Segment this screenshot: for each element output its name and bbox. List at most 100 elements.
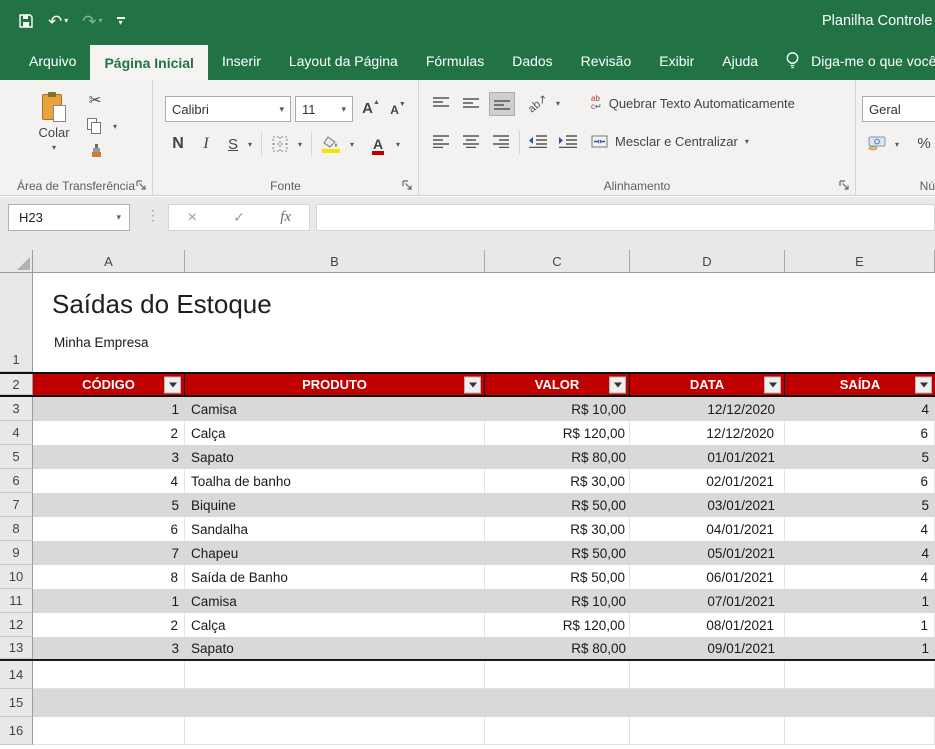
- column-header-D[interactable]: D: [630, 250, 785, 272]
- cell-valor[interactable]: R$ 50,00: [485, 565, 630, 589]
- shrink-font-button[interactable]: A ▼: [387, 99, 409, 121]
- cell-produto[interactable]: Saída de Banho: [185, 565, 485, 589]
- fill-color-caret[interactable]: ▾: [347, 138, 357, 150]
- cell-produto[interactable]: Biquine: [185, 493, 485, 517]
- align-center-button[interactable]: [459, 130, 483, 152]
- clipboard-dialog-launcher[interactable]: [136, 180, 148, 192]
- font-dialog-launcher[interactable]: [402, 180, 414, 192]
- row-header-2[interactable]: 2: [0, 374, 33, 395]
- tab-p-gina-inicial[interactable]: Página Inicial: [90, 45, 207, 80]
- align-right-button[interactable]: [489, 130, 513, 152]
- row-header-14[interactable]: 14: [0, 661, 33, 689]
- cell-codigo[interactable]: 5: [33, 493, 185, 517]
- filter-button-saída[interactable]: [915, 376, 932, 393]
- tell-me-box[interactable]: Diga-me o que você deseja fazer: [784, 42, 935, 80]
- orientation-button[interactable]: ab↗: [525, 92, 551, 114]
- cell-valor[interactable]: R$ 10,00: [485, 589, 630, 613]
- row-header-12[interactable]: 12: [0, 613, 33, 637]
- insert-function-button[interactable]: fx: [262, 209, 309, 226]
- cell-produto[interactable]: Sapato: [185, 637, 485, 659]
- cell-produto[interactable]: Calça: [185, 613, 485, 637]
- tab-exibir[interactable]: Exibir: [645, 42, 708, 80]
- cell-codigo[interactable]: 8: [33, 565, 185, 589]
- filter-button-produto[interactable]: [464, 376, 481, 393]
- cell-saida[interactable]: 1: [785, 637, 935, 659]
- table-header-data[interactable]: DATA: [630, 374, 785, 395]
- cell-valor[interactable]: R$ 80,00: [485, 637, 630, 659]
- empty-cell[interactable]: [185, 717, 485, 745]
- row-header-15[interactable]: 15: [0, 689, 33, 717]
- cell-produto[interactable]: Chapeu: [185, 541, 485, 565]
- row-header-6[interactable]: 6: [0, 469, 33, 493]
- empty-row-band[interactable]: [33, 689, 935, 717]
- row-header-3[interactable]: 3: [0, 397, 33, 421]
- cell-produto[interactable]: Toalha de banho: [185, 469, 485, 493]
- column-header-A[interactable]: A: [33, 250, 185, 272]
- row-header-11[interactable]: 11: [0, 589, 33, 613]
- cell-data[interactable]: 05/01/2021: [630, 541, 785, 565]
- cell-valor[interactable]: R$ 80,00: [485, 445, 630, 469]
- empty-cell[interactable]: [630, 717, 785, 745]
- table-header-código[interactable]: CÓDIGO: [33, 374, 185, 395]
- cell-data[interactable]: 09/01/2021: [630, 637, 785, 659]
- tab-ajuda[interactable]: Ajuda: [708, 42, 772, 80]
- table-header-produto[interactable]: PRODUTO: [185, 374, 485, 395]
- tab-inserir[interactable]: Inserir: [208, 42, 275, 80]
- cell-saida[interactable]: 1: [785, 613, 935, 637]
- align-bottom-button[interactable]: [489, 92, 515, 116]
- filter-button-código[interactable]: [164, 376, 181, 393]
- underline-caret[interactable]: ▾: [245, 138, 255, 150]
- name-box[interactable]: H23 ▾: [8, 204, 130, 231]
- empty-cell[interactable]: [785, 717, 935, 745]
- cell-codigo[interactable]: 1: [33, 589, 185, 613]
- row-header-7[interactable]: 7: [0, 493, 33, 517]
- font-size-combo[interactable]: 11 ▾: [295, 96, 353, 122]
- cell-codigo[interactable]: 6: [33, 517, 185, 541]
- save-button[interactable]: [18, 13, 34, 29]
- empty-cell[interactable]: [33, 717, 185, 745]
- copy-caret[interactable]: ▾: [110, 120, 120, 132]
- select-all-corner[interactable]: [0, 250, 33, 272]
- cell-codigo[interactable]: 1: [33, 397, 185, 421]
- empty-cell[interactable]: [33, 661, 185, 689]
- cell-data[interactable]: 03/01/2021: [630, 493, 785, 517]
- increase-indent-button[interactable]: [555, 130, 581, 152]
- decrease-indent-button[interactable]: [525, 130, 551, 152]
- cell-data[interactable]: 12/12/2020: [630, 421, 785, 445]
- percent-style-button[interactable]: %: [912, 132, 935, 154]
- tab-layout-da-p-gina[interactable]: Layout da Página: [275, 42, 412, 80]
- align-left-button[interactable]: [429, 130, 453, 152]
- cell-data[interactable]: 08/01/2021: [630, 613, 785, 637]
- cell-produto[interactable]: Sandalha: [185, 517, 485, 541]
- copy-button[interactable]: [84, 116, 106, 136]
- cell-valor[interactable]: R$ 50,00: [485, 541, 630, 565]
- cancel-button[interactable]: ×: [169, 209, 216, 227]
- cell-valor[interactable]: R$ 120,00: [485, 613, 630, 637]
- cell-saida[interactable]: 4: [785, 397, 935, 421]
- cell-data[interactable]: 12/12/2020: [630, 397, 785, 421]
- cell-produto[interactable]: Calça: [185, 421, 485, 445]
- cell-valor[interactable]: R$ 30,00: [485, 469, 630, 493]
- cell-data[interactable]: 01/01/2021: [630, 445, 785, 469]
- align-top-button[interactable]: [429, 92, 453, 114]
- row-header-9[interactable]: 9: [0, 541, 33, 565]
- column-header-C[interactable]: C: [485, 250, 630, 272]
- cell-produto[interactable]: Camisa: [185, 589, 485, 613]
- cell-saida[interactable]: 5: [785, 445, 935, 469]
- row-header-1[interactable]: 1: [0, 273, 33, 372]
- cell-saida[interactable]: 4: [785, 565, 935, 589]
- empty-cell[interactable]: [185, 661, 485, 689]
- orientation-caret[interactable]: ▾: [553, 97, 563, 109]
- cell-saida[interactable]: 5: [785, 493, 935, 517]
- format-painter-button[interactable]: [86, 142, 108, 160]
- cell-saida[interactable]: 4: [785, 517, 935, 541]
- table-header-saída[interactable]: SAÍDA: [785, 374, 935, 395]
- cell-data[interactable]: 02/01/2021: [630, 469, 785, 493]
- tab-revis-o[interactable]: Revisão: [567, 42, 646, 80]
- number-format-combo[interactable]: Geral: [862, 96, 935, 122]
- redo-button[interactable]: ↷ ▾: [82, 13, 102, 30]
- tab-dados[interactable]: Dados: [498, 42, 566, 80]
- cell-valor[interactable]: R$ 10,00: [485, 397, 630, 421]
- filter-button-valor[interactable]: [609, 376, 626, 393]
- grow-font-button[interactable]: A ▲: [359, 98, 383, 120]
